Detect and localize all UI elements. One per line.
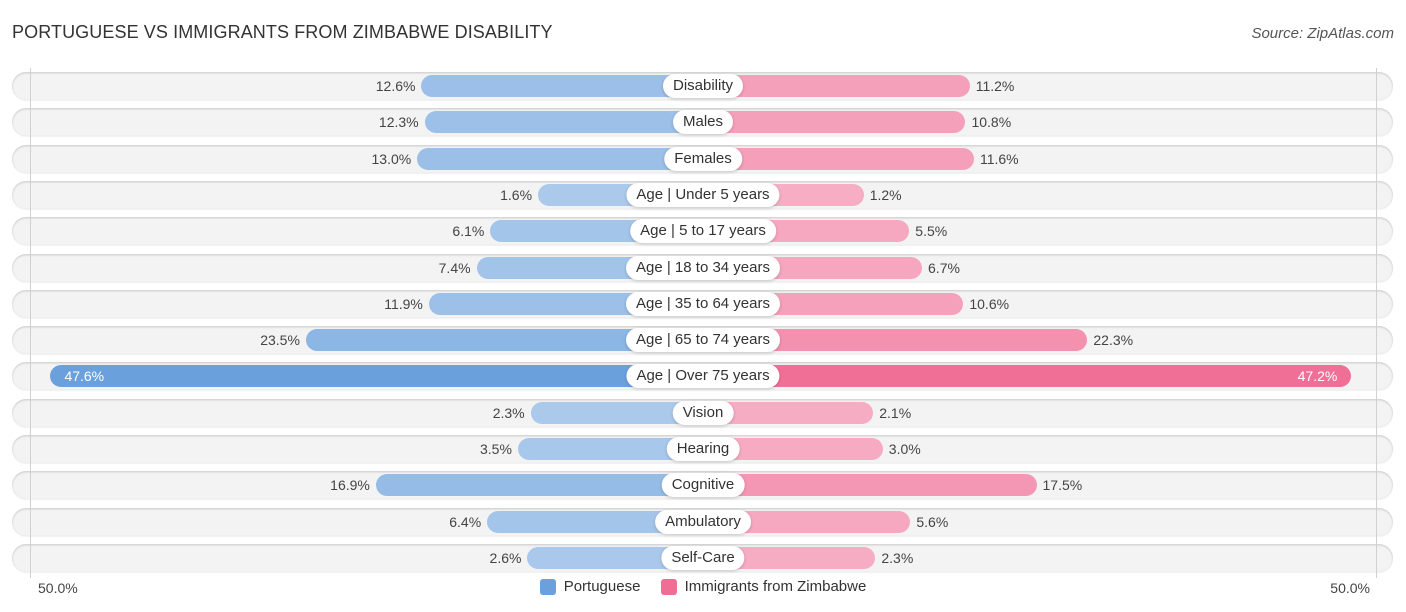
bar-zimbabwe[interactable] [703, 111, 966, 134]
value-label-portuguese: 6.1% [452, 223, 485, 240]
bar-portuguese[interactable] [421, 75, 703, 97]
value-label-zimbabwe: 5.5% [915, 223, 948, 240]
legend: Portuguese Immigrants from Zimbabwe [0, 578, 1406, 599]
value-label-portuguese: 16.9% [330, 477, 370, 494]
category-label: Age | 35 to 64 years [626, 291, 780, 316]
legend-swatch-zimbabwe [660, 578, 677, 595]
source-credit: Source: ZipAtlas.com [1251, 25, 1394, 42]
value-label-zimbabwe: 11.6% [979, 150, 1019, 167]
value-label-zimbabwe: 2.3% [881, 549, 914, 566]
value-label-portuguese: 13.0% [371, 150, 412, 167]
chart-title: PORTUGUESE VS IMMIGRANTS FROM ZIMBABWE D… [12, 22, 553, 42]
legend-item-portuguese[interactable]: Portuguese [539, 578, 641, 595]
bar-portuguese[interactable] [50, 365, 703, 388]
bar-zimbabwe[interactable] [703, 365, 1352, 388]
legend-label-zimbabwe: Immigrants from Zimbabwe [684, 578, 867, 595]
axis-line-left [30, 68, 31, 578]
value-label-portuguese: 6.4% [449, 513, 482, 530]
value-label-zimbabwe: 1.2% [869, 186, 902, 203]
category-label: Disability [662, 74, 744, 98]
bar-zimbabwe[interactable] [703, 147, 974, 170]
value-label-zimbabwe: 22.3% [1093, 332, 1134, 349]
value-label-portuguese: 11.9% [384, 295, 423, 312]
value-label-zimbabwe: 17.5% [1042, 477, 1083, 494]
category-label: Age | 65 to 74 years [626, 328, 780, 353]
bar-zimbabwe[interactable] [703, 474, 1037, 497]
value-label-portuguese: 12.3% [378, 114, 419, 131]
value-label-portuguese: 47.6% [64, 368, 105, 385]
value-label-zimbabwe: 3.0% [888, 441, 921, 457]
category-label: Ambulatory [655, 509, 751, 534]
value-label-zimbabwe: 2.1% [879, 404, 912, 421]
value-label-portuguese: 2.6% [489, 549, 522, 566]
category-label: Males [672, 110, 734, 135]
legend-swatch-portuguese [539, 578, 556, 595]
value-label-zimbabwe: 5.6% [916, 513, 949, 530]
value-label-portuguese: 7.4% [438, 259, 471, 276]
category-label: Vision [672, 400, 734, 425]
category-label: Age | 18 to 34 years [626, 255, 780, 280]
value-label-zimbabwe: 10.8% [971, 114, 1012, 131]
value-label-portuguese: 12.6% [375, 78, 416, 94]
legend-item-zimbabwe[interactable]: Immigrants from Zimbabwe [660, 578, 867, 595]
value-label-portuguese: 23.5% [260, 332, 300, 349]
bar-portuguese[interactable] [375, 474, 703, 497]
bar-portuguese[interactable] [424, 111, 703, 134]
value-label-portuguese: 1.6% [500, 186, 533, 203]
category-label: Females [664, 146, 742, 171]
category-label: Cognitive [661, 473, 745, 498]
category-label: Hearing [666, 437, 740, 461]
category-label: Age | Over 75 years [626, 364, 780, 389]
category-label: Age | 5 to 17 years [630, 219, 776, 244]
category-label: Self-Care [661, 545, 745, 570]
value-label-zimbabwe: 6.7% [928, 259, 960, 276]
value-label-portuguese: 2.3% [492, 404, 525, 421]
value-label-zimbabwe: 10.6% [969, 295, 1010, 312]
legend-label-portuguese: Portuguese [563, 578, 641, 595]
bar-portuguese[interactable] [417, 147, 703, 170]
category-label: Age | Under 5 years [626, 182, 780, 207]
value-label-portuguese: 3.5% [479, 441, 512, 457]
axis-line-right [1376, 68, 1377, 578]
value-label-zimbabwe: 11.2% [975, 78, 1015, 94]
value-label-zimbabwe: 47.2% [1297, 368, 1338, 385]
